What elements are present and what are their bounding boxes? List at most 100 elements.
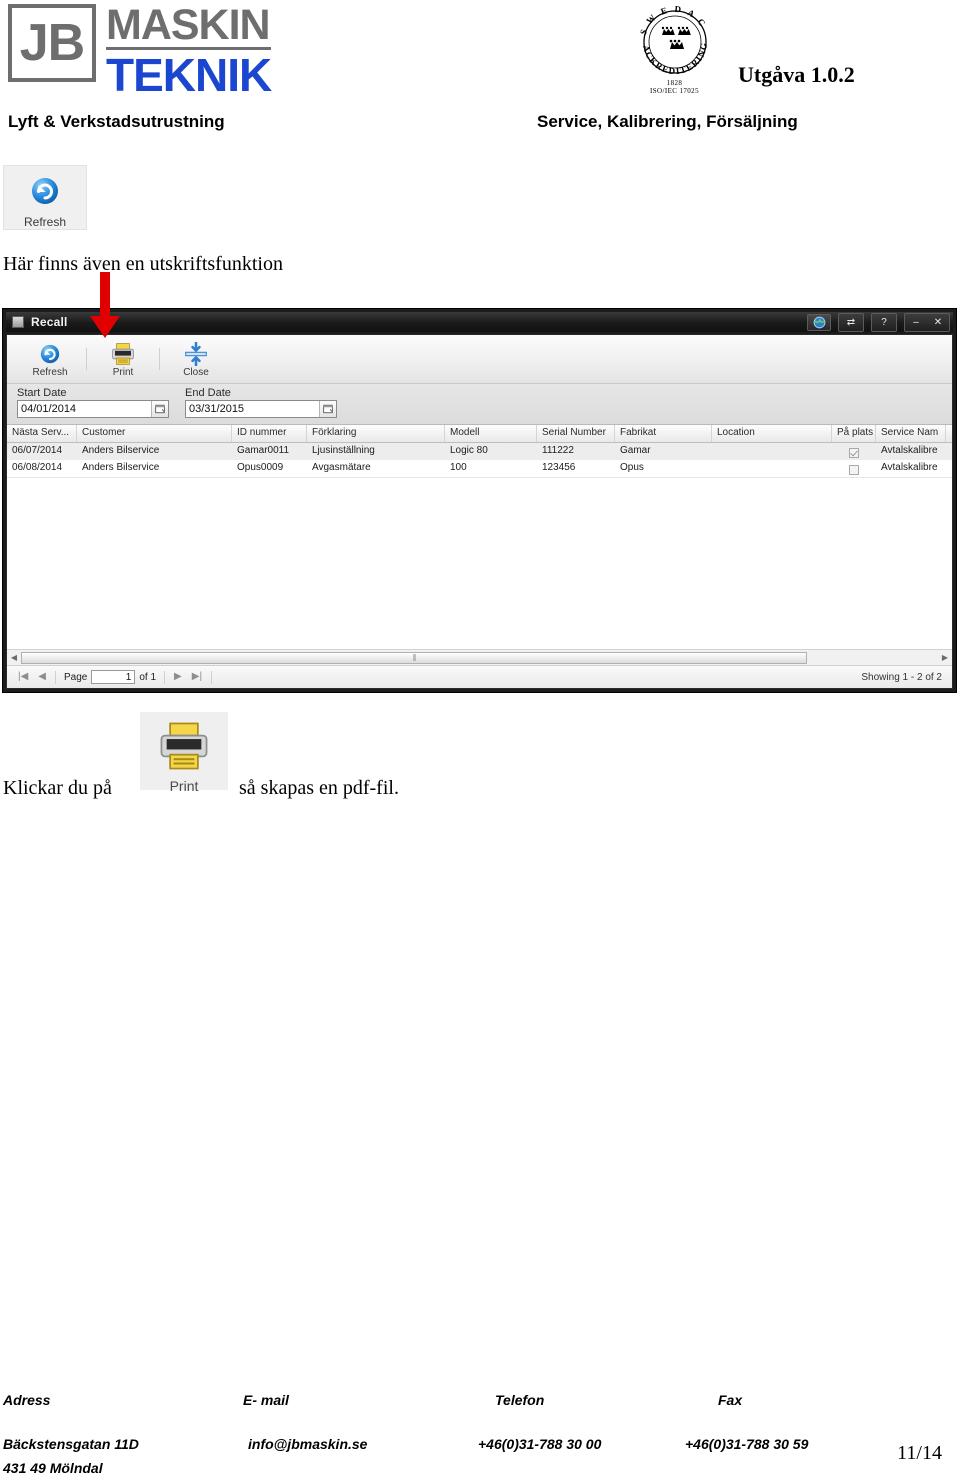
cell-modell: Logic 80 — [450, 445, 488, 456]
refresh-button-thumbnail: Refresh — [3, 165, 87, 230]
start-date-label: Start Date — [17, 387, 67, 399]
column-header-service-nam[interactable]: Service Nam — [876, 425, 946, 442]
calendar-icon — [323, 404, 333, 414]
logo-wordmark: MASKIN TEKNIK — [106, 1, 272, 101]
footer-phone-value: +46(0)31-788 30 00 — [478, 1436, 602, 1452]
pager-showing-text: Showing 1 - 2 of 2 — [861, 671, 942, 683]
cell-serial-number: 111222 — [542, 445, 574, 456]
shortcut-button[interactable]: ⇄ — [839, 314, 863, 331]
print-thumbnail-label: Print — [169, 778, 199, 794]
toolbar-close-button[interactable]: Close — [167, 341, 225, 378]
cell-id-nummer: Opus0009 — [237, 462, 284, 473]
printer-icon — [94, 341, 152, 367]
logo-jb-text: JB — [19, 14, 85, 72]
pager-prev-button[interactable]: ◀ — [33, 672, 51, 682]
toolbar-separator — [159, 348, 160, 370]
toolbar-separator — [86, 348, 87, 370]
page-footer: Adress E- mail Telefon Fax Bäckstensgata… — [0, 1392, 960, 1482]
pager-next-button[interactable]: ▶ — [169, 672, 187, 682]
column-header-pa-plats[interactable]: På plats — [832, 425, 876, 442]
column-header-modell[interactable]: Modell — [445, 425, 537, 442]
end-date-calendar-button[interactable] — [319, 401, 336, 417]
toolbar-close-label: Close — [183, 366, 209, 378]
start-date-input-box[interactable] — [17, 400, 169, 418]
logo-maskin-text: MASKIN — [106, 1, 272, 50]
toolbar-print-label: Print — [112, 366, 134, 378]
close-button[interactable]: ✕ — [927, 314, 949, 331]
pager-divider — [211, 670, 213, 684]
end-date-input[interactable] — [186, 401, 319, 417]
cell-customer: Anders Bilservice — [82, 462, 160, 473]
pager-of-label: of 1 — [139, 671, 157, 683]
cell-service-nam: Avtalskalibre — [881, 445, 938, 456]
window-titlebar: Recall ⇄ ? – ✕ — [6, 312, 953, 332]
column-header-location[interactable]: Location — [712, 425, 832, 442]
pager-page-label: Page — [64, 671, 88, 683]
minimize-button[interactable]: – — [905, 314, 927, 331]
cell-modell: 100 — [450, 462, 467, 473]
column-header-nasta-service[interactable]: Nästa Serv... — [7, 425, 77, 442]
collapse-icon — [167, 341, 225, 367]
pager-page-input[interactable] — [91, 670, 136, 684]
cell-nasta-service: 06/08/2014 — [12, 462, 63, 473]
window-minmax-group: – ✕ — [904, 313, 950, 332]
callout-text-before: Klickar du på — [3, 777, 112, 799]
cell-forklaring: Avgasmätare — [312, 462, 371, 473]
cell-location — [712, 460, 832, 477]
start-date-calendar-button[interactable] — [151, 401, 168, 417]
callout-text-after: så skapas en pdf-fil. — [239, 777, 399, 799]
cell-pa-plats — [832, 460, 876, 477]
end-date-label: End Date — [185, 387, 231, 399]
logo-jb-box: JB — [8, 4, 96, 82]
window-aux-buttons: ⇄ — [838, 313, 864, 332]
column-header-customer[interactable]: Customer — [77, 425, 232, 442]
app-toolbar: Refresh Print Close — [7, 335, 952, 384]
footer-address-line2: 431 49 Mölndal — [3, 1460, 103, 1476]
pager-divider — [55, 670, 56, 684]
cell-fabrikat: Gamar — [620, 445, 651, 456]
pager-first-button[interactable]: |◀ — [13, 672, 33, 682]
footer-header-row: Adress E- mail Telefon Fax — [0, 1392, 960, 1420]
scrollbar-track[interactable] — [807, 652, 938, 664]
footer-email-value[interactable]: info@jbmaskin.se — [248, 1436, 367, 1452]
footer-address-line1: Bäckstensgatan 11D — [3, 1436, 139, 1452]
three-crowns-icon — [661, 26, 691, 49]
swedac-seal-icon: S W E D A C ACKREDITERING — [638, 4, 708, 76]
refresh-icon — [21, 341, 79, 367]
refresh-thumbnail-label: Refresh — [23, 215, 67, 229]
footer-value-row-2: 431 49 Mölndal — [0, 1460, 960, 1482]
table-row[interactable]: 06/08/2014 Anders Bilservice Opus0009 Av… — [7, 460, 952, 478]
cell-forklaring: Ljusinställning — [312, 445, 375, 456]
column-header-serial-number[interactable]: Serial Number — [537, 425, 615, 442]
table-row[interactable]: 06/07/2014 Anders Bilservice Gamar0011 L… — [7, 443, 952, 460]
refresh-icon — [4, 174, 86, 213]
cell-customer: Anders Bilservice — [82, 445, 160, 456]
grid-header-row: Nästa Serv... Customer ID nummer Förklar… — [7, 425, 952, 443]
column-header-fabrikat[interactable]: Fabrikat — [615, 425, 712, 442]
scroll-right-arrow[interactable]: ▶ — [938, 653, 952, 662]
end-date-input-box[interactable] — [185, 400, 337, 418]
column-header-forklaring[interactable]: Förklaring — [307, 425, 445, 442]
toolbar-print-button[interactable]: Print — [94, 341, 152, 378]
column-header-id-nummer[interactable]: ID nummer — [232, 425, 307, 442]
start-date-input[interactable] — [18, 401, 151, 417]
cell-pa-plats — [832, 443, 876, 460]
edition-label: Utgåva 1.0.2 — [738, 62, 855, 87]
help-button[interactable]: ? — [872, 314, 896, 331]
window-title: Recall — [31, 315, 68, 329]
red-down-arrow — [90, 272, 120, 338]
scrollbar-thumb[interactable] — [21, 651, 807, 664]
restore-globe-button[interactable] — [807, 314, 831, 331]
pager-last-button[interactable]: ▶| — [187, 672, 207, 682]
horizontal-scrollbar[interactable]: ◀ ▶ — [7, 649, 952, 665]
footer-value-row-1: Bäckstensgatan 11D info@jbmaskin.se +46(… — [0, 1436, 960, 1460]
checkbox-unchecked-icon — [849, 464, 859, 475]
date-filter-strip: Start Date End Date — [7, 384, 952, 425]
window-app-icon — [12, 316, 24, 328]
scroll-left-arrow[interactable]: ◀ — [7, 653, 21, 662]
logo-teknik-text: TEKNIK — [106, 48, 272, 101]
footer-label-email: E- mail — [243, 1392, 289, 1408]
recall-data-grid: Nästa Serv... Customer ID nummer Förklar… — [7, 425, 952, 665]
footer-label-telefon: Telefon — [495, 1392, 545, 1408]
toolbar-refresh-button[interactable]: Refresh — [21, 341, 79, 378]
